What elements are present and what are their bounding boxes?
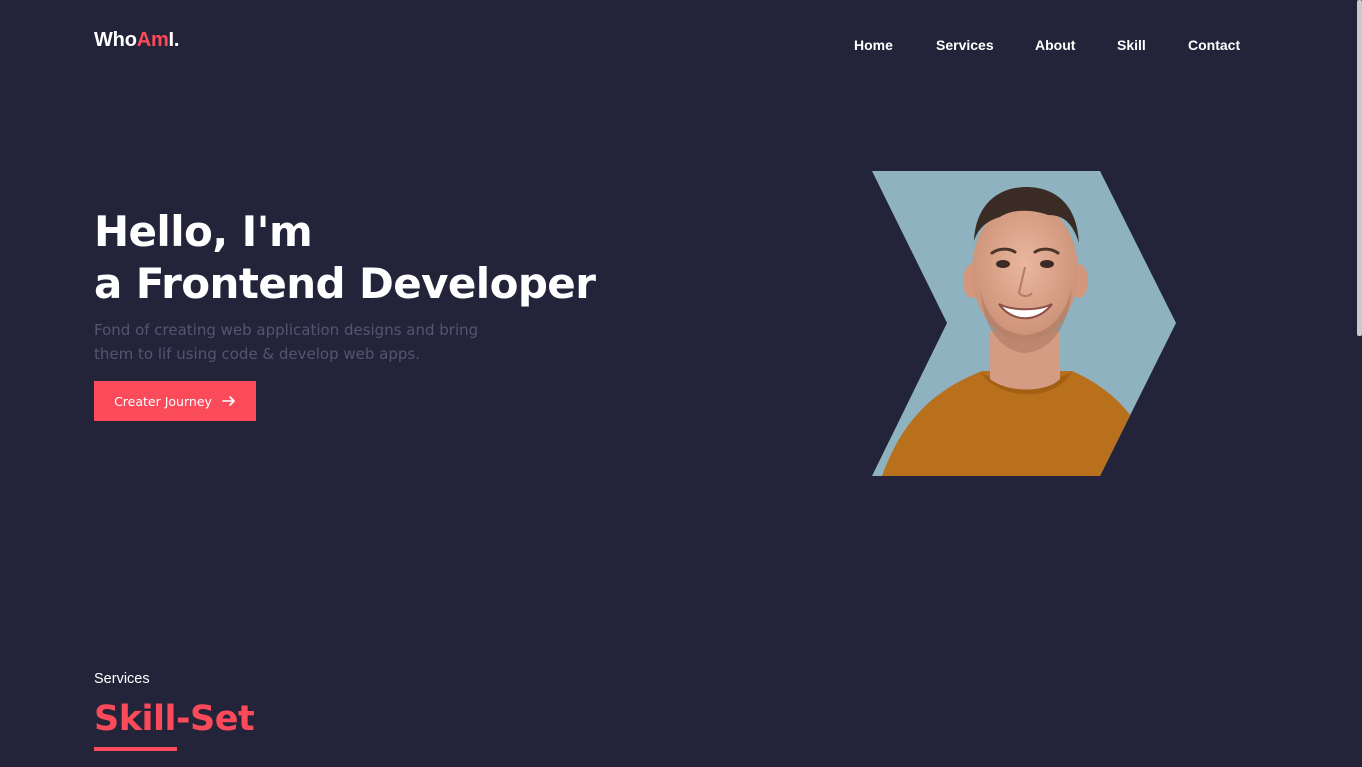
creater-journey-button[interactable]: Creater Journey <box>94 381 256 421</box>
nav-home[interactable]: Home <box>854 37 893 53</box>
nav-about[interactable]: About <box>1035 37 1075 53</box>
hero-portrait <box>872 171 1176 476</box>
nav-services[interactable]: Services <box>936 37 994 53</box>
hero-subtitle-line-1: Fond of creating web application designs… <box>94 321 479 339</box>
hero-title-line-2: a Frontend Developer <box>94 259 596 308</box>
hero-title: Hello, I'm a Frontend Developer <box>94 206 596 310</box>
hero-subtitle: Fond of creating web application designs… <box>94 318 554 366</box>
arrow-right-icon <box>222 395 236 407</box>
services-eyebrow: Services <box>94 671 150 687</box>
hero-title-line-1: Hello, I'm <box>94 207 313 256</box>
brand-logo-i: I. <box>168 29 180 51</box>
page-scrollbar-thumb[interactable] <box>1357 0 1362 336</box>
skill-set-underline <box>94 747 177 751</box>
nav-contact[interactable]: Contact <box>1188 37 1240 53</box>
brand-logo[interactable]: WhoAmI. <box>94 29 179 52</box>
skill-set-title: Skill-Set <box>94 699 255 739</box>
creater-journey-label: Creater Journey <box>114 393 212 409</box>
brand-logo-am: Am <box>136 29 169 51</box>
nav-skill[interactable]: Skill <box>1117 37 1146 53</box>
brand-logo-who: Who <box>94 29 137 51</box>
hero-subtitle-line-2: them to lif using code & develop web app… <box>94 345 420 363</box>
